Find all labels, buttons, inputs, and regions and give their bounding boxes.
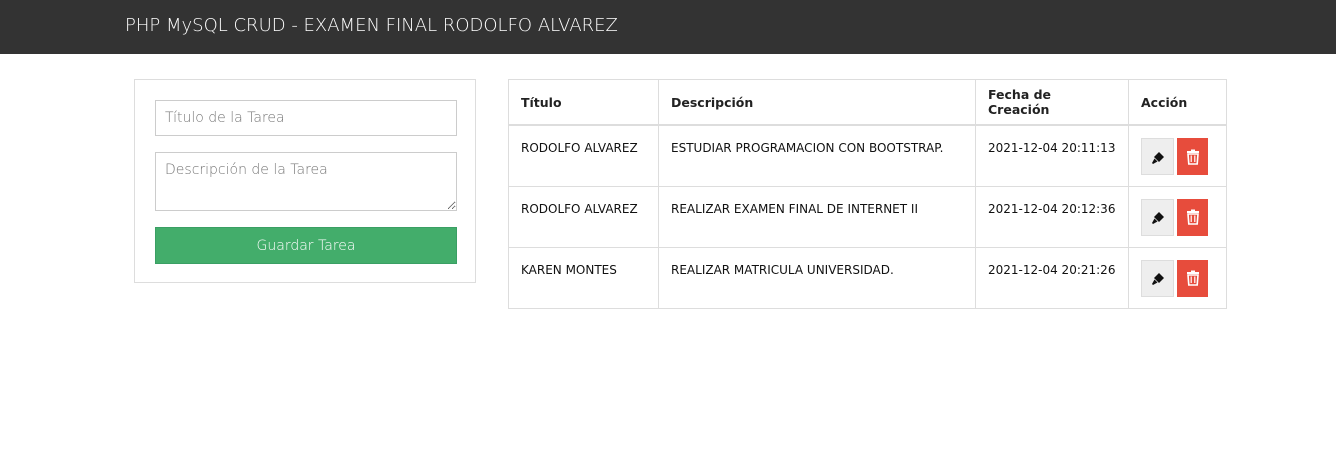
task-description-input[interactable]	[155, 152, 457, 211]
row-created: 2021-12-04 20:21:26	[975, 246, 1129, 309]
row-description: ESTUDIAR PROGRAMACION CON BOOTSTRAP.	[658, 124, 976, 187]
row-title: RODOLFO ALVAREZ	[508, 185, 659, 248]
delete-button[interactable]	[1177, 198, 1208, 236]
delete-button[interactable]	[1177, 138, 1208, 175]
navbar-brand[interactable]: PHP MySQL CRUD - EXAMEN FINAL RODOLFO AL…	[125, 15, 618, 36]
task-title-input[interactable]	[155, 100, 457, 136]
trash-icon	[1186, 149, 1199, 165]
row-actions	[1128, 124, 1227, 187]
marker-icon	[1151, 212, 1164, 224]
row-actions	[1128, 246, 1227, 309]
header-description: Descripción	[658, 79, 976, 126]
row-created: 2021-12-04 20:11:13	[975, 124, 1129, 187]
table-row: KAREN MONTES REALIZAR MATRICULA UNIVERSI…	[508, 246, 1227, 309]
trash-icon	[1186, 270, 1199, 286]
header-action: Acción	[1128, 79, 1227, 126]
table-row: RODOLFO ALVAREZ REALIZAR EXAMEN FINAL DE…	[508, 185, 1227, 248]
delete-button[interactable]	[1177, 259, 1208, 297]
row-description: REALIZAR EXAMEN FINAL DE INTERNET II	[658, 185, 976, 248]
row-description: REALIZAR MATRICULA UNIVERSIDAD.	[658, 246, 976, 309]
marker-icon	[1151, 151, 1164, 164]
header-created: Fecha de Creación	[975, 79, 1129, 126]
navbar: PHP MySQL CRUD - EXAMEN FINAL RODOLFO AL…	[0, 0, 1336, 54]
edit-button[interactable]	[1141, 198, 1174, 236]
header-title: Título	[508, 79, 659, 126]
edit-button[interactable]	[1141, 259, 1174, 297]
row-created: 2021-12-04 20:12:36	[975, 185, 1129, 248]
row-title: KAREN MONTES	[508, 246, 659, 309]
save-task-button[interactable]: Guardar Tarea	[155, 227, 457, 264]
table-header-row: Título Descripción Fecha de Creación Acc…	[508, 79, 1227, 126]
row-title: RODOLFO ALVAREZ	[508, 124, 659, 187]
row-actions	[1128, 185, 1227, 248]
trash-icon	[1186, 209, 1199, 225]
marker-icon	[1151, 273, 1164, 285]
edit-button[interactable]	[1141, 138, 1174, 175]
table-row: RODOLFO ALVAREZ ESTUDIAR PROGRAMACION CO…	[508, 124, 1227, 187]
tasks-table: Título Descripción Fecha de Creación Acc…	[508, 79, 1227, 309]
task-form-card: Guardar Tarea	[134, 79, 476, 283]
